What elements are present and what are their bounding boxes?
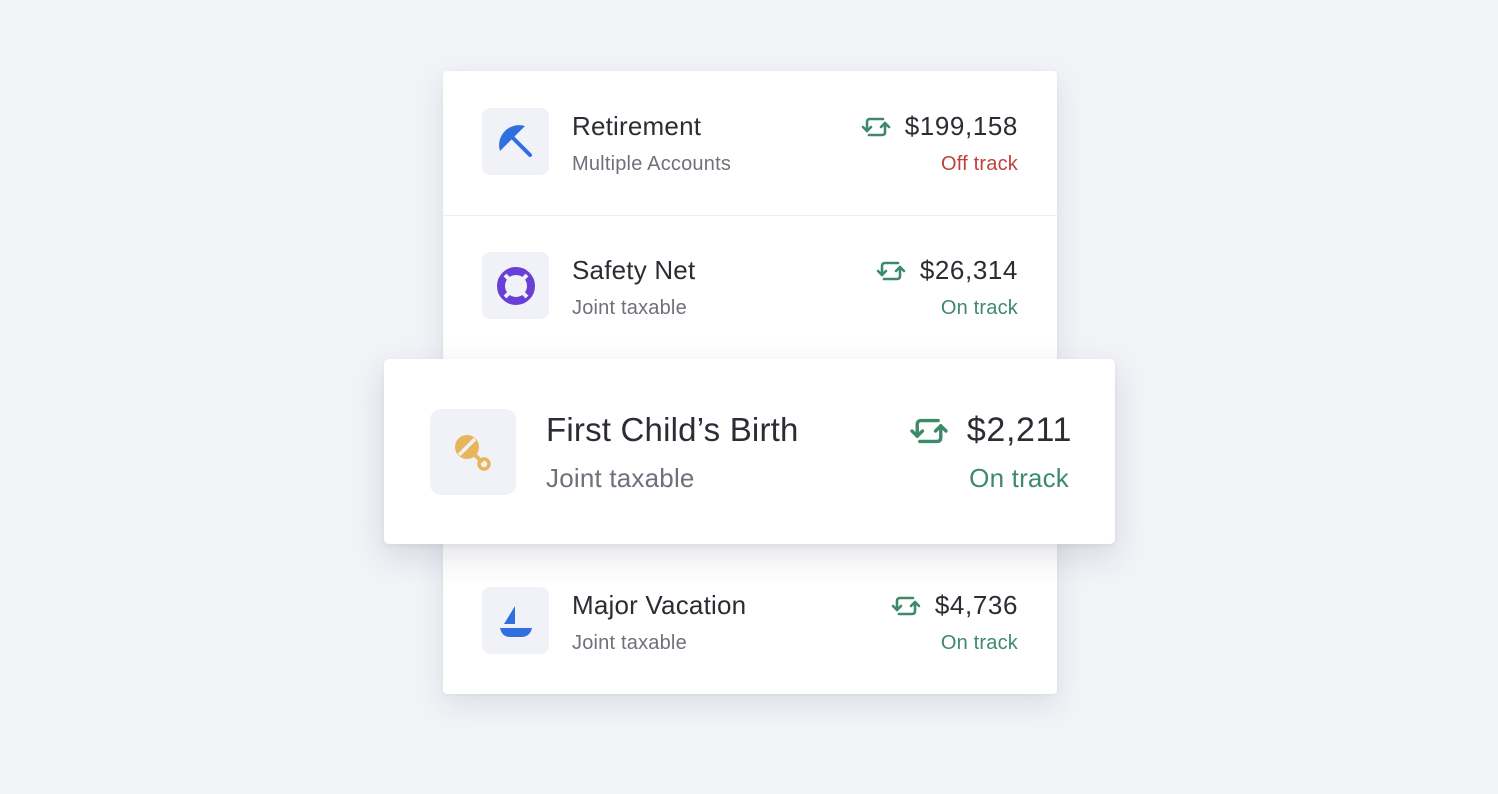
sync-icon: [861, 114, 891, 140]
baby-rattle-icon: [430, 409, 516, 495]
goal-status: On track: [940, 297, 1018, 319]
sync-icon: [909, 414, 949, 448]
goal-status: On track: [940, 632, 1018, 654]
goal-amount: $2,211: [966, 411, 1072, 449]
goal-title: Safety Net: [572, 255, 696, 285]
goal-row-major-vacation[interactable]: Major Vacation Joint taxable $4,736 On t…: [443, 550, 1057, 694]
life-ring-icon: [482, 252, 549, 319]
goal-status: Off track: [940, 153, 1018, 175]
goal-subtitle: Joint taxable: [572, 632, 687, 654]
goal-title: First Child’s Birth: [546, 411, 799, 448]
goal-row-retirement[interactable]: Retirement Multiple Accounts $199,158 Of…: [443, 71, 1057, 216]
goal-row-first-childs-birth[interactable]: First Child’s Birth Joint taxable $2,211…: [384, 359, 1115, 544]
goal-amount: $26,314: [919, 255, 1018, 285]
goal-subtitle: Joint taxable: [572, 297, 687, 319]
goal-row-safety-net[interactable]: Safety Net Joint taxable $26,314 On trac…: [443, 215, 1057, 359]
goal-subtitle: Multiple Accounts: [572, 153, 732, 175]
goal-amount: $4,736: [934, 590, 1018, 620]
goal-title: Retirement: [572, 111, 702, 141]
goal-subtitle: Joint taxable: [546, 463, 695, 493]
umbrella-icon: [482, 108, 549, 175]
sailboat-icon: [482, 587, 549, 654]
goal-title: Major Vacation: [572, 590, 747, 620]
sync-icon: [876, 258, 906, 284]
goal-amount: $199,158: [904, 111, 1018, 141]
sync-icon: [891, 593, 921, 619]
goal-status: On track: [969, 463, 1069, 493]
